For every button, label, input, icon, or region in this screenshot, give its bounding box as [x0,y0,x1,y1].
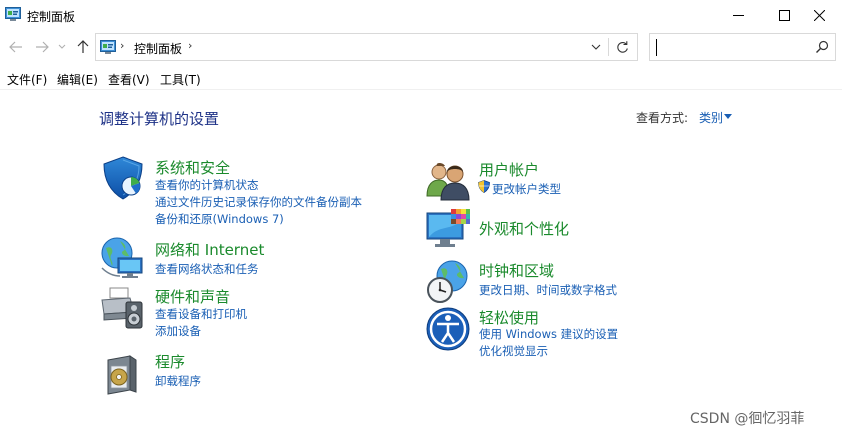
link-change-date-time-format[interactable]: 更改日期、时间或数字格式 [479,282,617,298]
ease-of-access-icon[interactable] [425,306,471,352]
search-input[interactable] [654,38,804,56]
chevron-down-icon [591,44,601,50]
close-button[interactable] [796,0,842,30]
refresh-button[interactable] [614,39,630,55]
watermark: CSDN @徊忆羽菲 [690,411,805,427]
back-button[interactable] [7,38,25,56]
category-clock-region[interactable]: 时钟和区域 [479,260,554,281]
clock-globe-icon[interactable] [425,259,471,305]
search-icon[interactable] [815,40,829,54]
link-optimize-visual-display[interactable]: 优化视觉显示 [479,343,548,359]
forward-button[interactable] [33,38,51,56]
minimize-button[interactable] [715,0,761,30]
window-title: 控制面板 [27,10,76,24]
arrow-left-icon [9,41,22,53]
programs-disc-icon[interactable] [100,350,146,396]
category-programs[interactable]: 程序 [155,351,185,372]
category-appearance-personalization[interactable]: 外观和个性化 [479,218,569,239]
link-windows-recommended-settings[interactable]: 使用 Windows 建议的设置 [479,326,618,342]
close-icon [813,9,825,21]
control-panel-icon [100,40,116,54]
users-icon[interactable] [425,158,471,204]
link-network-status[interactable]: 查看网络状态和任务 [155,261,259,277]
uac-shield-icon [478,180,490,193]
view-by-dropdown[interactable]: 类别 [699,109,723,126]
menu-bar: 文件(F) 编辑(E) 查看(V) 工具(T) [0,66,842,90]
link-add-device[interactable]: 添加设备 [155,323,201,339]
recent-locations-button[interactable] [56,38,68,56]
link-backup-restore[interactable]: 备份和还原(Windows 7) [155,211,284,227]
shield-icon[interactable] [100,155,146,201]
address-dropdown-button[interactable] [589,39,603,55]
breadcrumb-separator[interactable]: › [188,39,192,52]
color-swatches [451,209,470,224]
search-box[interactable] [649,33,836,61]
refresh-icon [616,40,628,53]
menu-tools[interactable]: 工具(T) [160,71,201,88]
menu-view[interactable]: 查看(V) [108,71,150,88]
menu-edit[interactable]: 编辑(E) [57,71,98,88]
globe-network-icon[interactable] [100,236,146,282]
menu-file[interactable]: 文件(F) [7,71,47,88]
category-ease-of-access[interactable]: 轻松使用 [479,307,539,328]
up-button[interactable] [74,38,92,56]
text-caret [656,39,657,56]
view-by-label: 查看方式: [636,111,689,125]
monitor-palette-icon[interactable] [425,207,471,253]
address-divider [608,38,609,56]
category-hardware-sound[interactable]: 硬件和声音 [155,286,230,307]
link-view-computer-status[interactable]: 查看你的计算机状态 [155,177,259,193]
category-system-security[interactable]: 系统和安全 [155,157,230,178]
address-bar[interactable]: › 控制面板 › [95,33,638,61]
page-title: 调整计算机的设置 [99,110,220,128]
minimize-icon [732,14,744,16]
printer-speaker-icon[interactable] [100,286,146,332]
category-user-accounts[interactable]: 用户帐户 [479,159,539,180]
chevron-down-icon [58,44,66,49]
navigation-bar: › 控制面板 › [0,30,842,64]
breadcrumb-separator[interactable]: › [120,39,124,52]
title-bar: 控制面板 [0,0,842,30]
link-file-history-backup[interactable]: 通过文件历史记录保存你的文件备份副本 [155,194,362,210]
control-panel-icon [5,7,21,21]
arrow-right-icon [36,41,49,53]
breadcrumb-control-panel[interactable]: 控制面板 [134,40,182,57]
category-network-internet[interactable]: 网络和 Internet [155,239,264,260]
link-uninstall-program[interactable]: 卸载程序 [155,373,201,389]
link-devices-printers[interactable]: 查看设备和打印机 [155,306,247,322]
link-change-account-type[interactable]: 更改帐户类型 [492,181,561,197]
maximize-icon [778,9,790,21]
arrow-up-icon [77,40,89,53]
caret-down-icon[interactable] [724,114,732,119]
